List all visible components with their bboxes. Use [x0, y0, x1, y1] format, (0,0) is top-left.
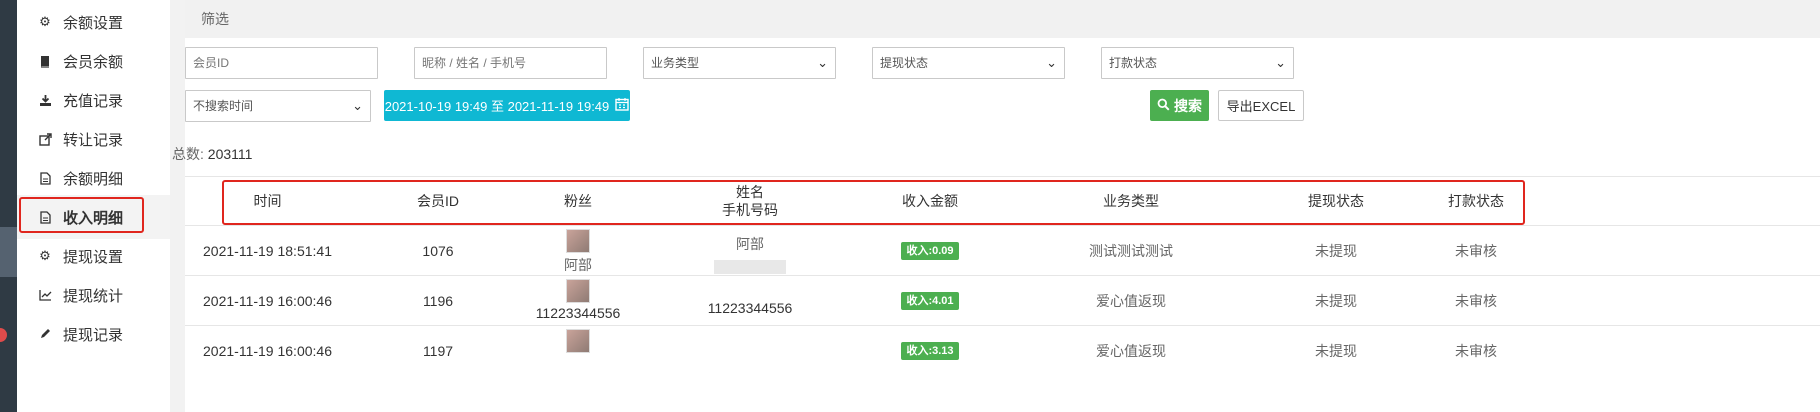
- cell-time: 2021-11-19 16:00:46: [203, 343, 332, 359]
- total-count: 总数: 203111: [172, 144, 252, 164]
- sidebar-item-label: 余额设置: [63, 14, 124, 32]
- header-highlight-box: [222, 180, 1525, 225]
- pencil-icon: [35, 328, 55, 340]
- cell-withdraw-status: 未提现: [1315, 243, 1357, 259]
- sidebar-item-member-balance[interactable]: 会员余额: [17, 39, 170, 83]
- sidebar-item-label: 转让记录: [63, 131, 124, 149]
- gear-icon: ⚙: [39, 14, 51, 29]
- cell-withdraw-status: 未提现: [1315, 293, 1357, 309]
- income-badge: 收入:4.01: [901, 292, 959, 310]
- cell-business-type: 爱心值返现: [1096, 293, 1166, 309]
- date-range-label: 2021-10-19 19:49 至 2021-11-19 19:49: [384, 99, 610, 114]
- sidebar-item-income-details[interactable]: 收入明细: [17, 195, 170, 239]
- cell-fans: 阿部: [528, 226, 628, 276]
- member-phone: 11223344556: [707, 300, 793, 316]
- chevron-down-icon: ⌄: [817, 55, 828, 70]
- table-row: 2021-11-19 16:00:46 1196 11223344556 112…: [185, 276, 1820, 326]
- cell-time: 2021-11-19 18:51:41: [203, 243, 332, 259]
- search-icon: [1157, 98, 1170, 114]
- share-icon: [35, 132, 55, 146]
- total-value: 203111: [207, 146, 253, 162]
- sidebar-item-recharge-records[interactable]: 充值记录: [17, 78, 170, 122]
- left-nav-strip: [0, 0, 17, 412]
- sidebar: ⚙ 余额设置 会员余额 充值记录 转让记录 余额明细 收入明细 ⚙ 提现设置 提…: [17, 0, 170, 412]
- line-chart-icon: [35, 289, 55, 301]
- main-panel: 筛选 业务类型 ⌄ 提现状态 ⌄ 打款状态 ⌄ 不搜索时间 ⌄ 2021-10-…: [172, 0, 1820, 412]
- download-icon: [35, 94, 55, 107]
- withdraw-status-select[interactable]: 提现状态 ⌄: [872, 47, 1065, 79]
- income-badge: 收入:3.13: [901, 342, 959, 360]
- select-value: 提现状态: [880, 56, 929, 70]
- fan-name: 11223344556: [535, 305, 621, 321]
- left-nav-active-marker: [0, 227, 17, 277]
- sidebar-item-withdraw-records[interactable]: 提现记录: [17, 312, 170, 356]
- sidebar-item-label: 余额明细: [63, 170, 124, 188]
- select-value: 打款状态: [1109, 56, 1158, 70]
- payment-status-select[interactable]: 打款状态 ⌄: [1101, 47, 1294, 79]
- cell-name-phone: 阿部: [690, 226, 810, 276]
- sidebar-item-label: 提现设置: [63, 248, 124, 266]
- cell-member-id: 1197: [422, 343, 454, 359]
- sidebar-item-label: 提现统计: [63, 287, 124, 305]
- sidebar-item-balance-details[interactable]: 余额明细: [17, 156, 170, 200]
- chevron-down-icon: ⌄: [352, 98, 363, 113]
- total-label: 总数:: [172, 146, 204, 162]
- cell-income: 收入:0.09: [880, 226, 980, 276]
- avatar: [566, 279, 590, 303]
- cell-business-type: 测试测试测试: [1089, 243, 1173, 259]
- business-type-select[interactable]: 业务类型 ⌄: [643, 47, 836, 79]
- cell-income: 收入:3.13: [880, 326, 980, 376]
- sidebar-item-label: 提现记录: [63, 326, 124, 344]
- export-excel-button[interactable]: 导出EXCEL: [1218, 90, 1304, 121]
- book-icon: [35, 55, 55, 68]
- highlight-box: [19, 197, 144, 233]
- cell-withdraw-status: 未提现: [1315, 343, 1357, 359]
- filter-header: 筛选: [185, 0, 1820, 38]
- cell-member-id: 1076: [422, 243, 454, 259]
- sidebar-item-withdraw-settings[interactable]: ⚙ 提现设置: [17, 234, 170, 278]
- member-name: 阿部: [736, 236, 764, 252]
- cell-fans: 11223344556: [528, 276, 628, 326]
- chevron-down-icon: ⌄: [1046, 55, 1057, 70]
- avatar: [566, 329, 590, 353]
- select-value: 业务类型: [651, 56, 700, 70]
- cell-income: 收入:4.01: [880, 276, 980, 326]
- member-id-input[interactable]: [185, 47, 378, 79]
- cell-name-phone: 11223344556: [690, 276, 810, 326]
- notification-dot: [0, 328, 7, 342]
- table-row: 2021-11-19 18:51:41 1076 阿部 阿部 收入:0.09 测…: [185, 226, 1820, 276]
- cell-business-type: 爱心值返现: [1096, 343, 1166, 359]
- document-icon: [35, 171, 55, 185]
- name-search-input[interactable]: [414, 47, 607, 79]
- fan-name: 阿部: [564, 257, 592, 273]
- sidebar-item-balance-settings[interactable]: ⚙ 余额设置: [17, 0, 170, 44]
- blurred-phone: [714, 260, 786, 274]
- cell-payment-status: 未审核: [1455, 243, 1497, 259]
- avatar: [566, 229, 590, 253]
- gear-icon: ⚙: [39, 248, 51, 263]
- cell-fans: [528, 326, 628, 376]
- cell-time: 2021-11-19 16:00:46: [203, 293, 332, 309]
- table-row: 2021-11-19 16:00:46 1197 收入:3.13 爱心值返现 未…: [185, 326, 1820, 376]
- cell-member-id: 1196: [422, 293, 454, 309]
- sidebar-item-label: 充值记录: [63, 92, 124, 110]
- select-value: 不搜索时间: [193, 99, 254, 113]
- time-mode-select[interactable]: 不搜索时间 ⌄: [185, 90, 371, 122]
- cell-payment-status: 未审核: [1455, 343, 1497, 359]
- sidebar-item-label: 会员余额: [63, 53, 124, 71]
- date-range-picker[interactable]: 2021-10-19 19:49 至 2021-11-19 19:49: [384, 90, 630, 121]
- chevron-down-icon: ⌄: [1275, 55, 1286, 70]
- calendar-icon: [615, 97, 629, 114]
- search-button[interactable]: 搜索: [1150, 90, 1209, 121]
- search-button-label: 搜索: [1174, 97, 1202, 114]
- income-badge: 收入:0.09: [901, 242, 959, 260]
- sidebar-item-withdraw-stats[interactable]: 提现统计: [17, 273, 170, 317]
- sidebar-item-transfer-records[interactable]: 转让记录: [17, 117, 170, 161]
- cell-payment-status: 未审核: [1455, 293, 1497, 309]
